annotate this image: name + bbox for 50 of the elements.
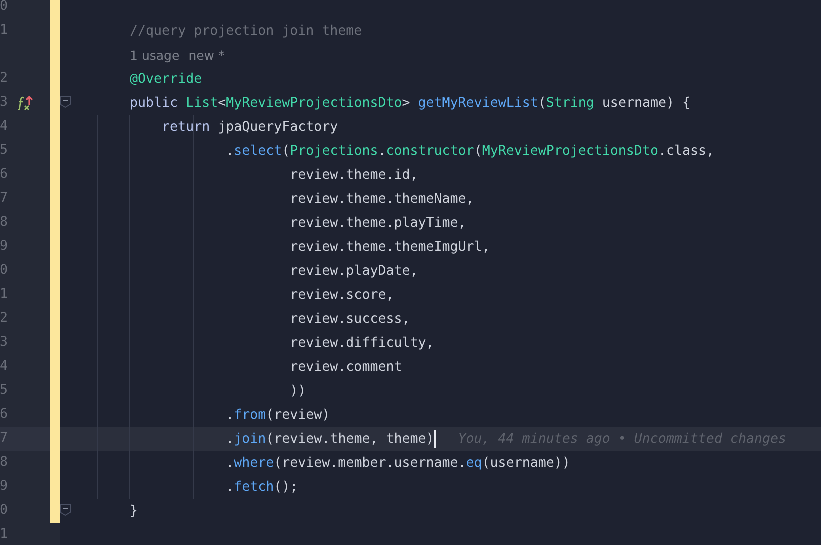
change-marker[interactable] <box>50 0 60 19</box>
code-line: .from(review) <box>226 408 330 422</box>
line-number: 1 <box>0 526 10 544</box>
code-line: review.theme.playTime, <box>290 216 466 230</box>
code-line: .fetch(); <box>226 480 298 494</box>
line-number: 2 <box>0 70 10 88</box>
line-number: 6 <box>0 406 10 424</box>
code-line: .where(review.member.username.eq(username)) <box>226 456 570 470</box>
author-hint[interactable]: new * <box>188 48 225 62</box>
code-line: review.theme.themeImgUrl, <box>290 240 490 254</box>
line-number: 5 <box>0 142 10 160</box>
line-number: 6 <box>0 166 10 184</box>
line-number: 4 <box>0 358 10 376</box>
code-line: review.theme.id, <box>290 168 418 182</box>
fold-icon[interactable] <box>60 96 71 108</box>
code-line: review.playDate, <box>290 264 418 278</box>
line-number: 5 <box>0 382 10 400</box>
code-line: )) <box>290 384 306 398</box>
line-number: 4 <box>0 118 10 136</box>
code-line: review.difficulty, <box>290 336 434 350</box>
line-number: 7 <box>0 190 10 208</box>
code-line: review.success, <box>290 312 410 326</box>
line-number: 7 <box>0 430 10 448</box>
line-number: 0 <box>0 0 10 16</box>
line-number: 9 <box>0 238 10 256</box>
line-number: 8 <box>0 214 10 232</box>
line-number: 1 <box>0 286 10 304</box>
line-number: 3 <box>0 334 10 352</box>
text-cursor <box>434 430 436 448</box>
function-override-icon[interactable] <box>18 95 34 111</box>
code-line: public List<MyReviewProjectionsDto> getMyReviewList(String username) { <box>130 96 690 110</box>
usages-link[interactable]: 1 usage <box>130 48 180 62</box>
code-line: review.comment <box>290 360 402 374</box>
code-line: .join(review.theme, theme) <box>226 432 434 446</box>
line-number: 0 <box>0 502 10 520</box>
line-number: 0 <box>0 262 10 280</box>
code-line: .select(Projections.constructor(MyReviewProjectionsDto.class, <box>226 144 714 158</box>
code-line: return jpaQueryFactory <box>162 120 338 134</box>
line-number: 9 <box>0 478 10 496</box>
code-line: //query projection join theme <box>130 24 362 38</box>
code-line: @Override <box>130 72 202 86</box>
line-number: 1 <box>0 22 10 40</box>
code-line: } <box>130 504 138 518</box>
line-number: 8 <box>0 454 10 472</box>
code-line: review.score, <box>290 288 394 302</box>
line-number: 3 <box>0 94 10 112</box>
line-number: 2 <box>0 310 10 328</box>
fold-icon[interactable] <box>60 504 71 516</box>
code-line: review.theme.themeName, <box>290 192 474 206</box>
change-marker[interactable] <box>50 499 60 523</box>
